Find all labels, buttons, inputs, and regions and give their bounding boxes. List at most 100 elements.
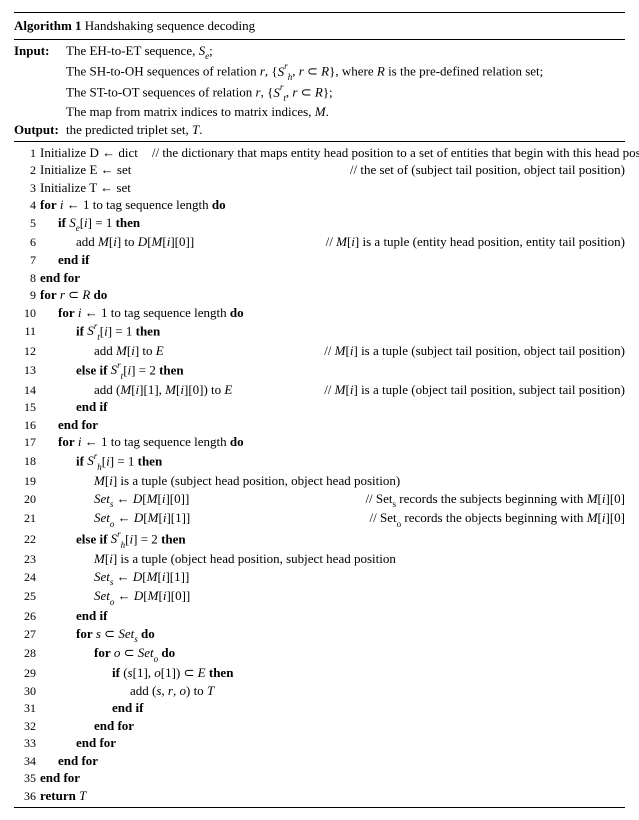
line-number: 7: [14, 252, 40, 268]
code-text: if Srh[i] = 1 then: [40, 451, 162, 472]
code-comment: // Seto records the objects beginning wi…: [362, 509, 625, 529]
line-number: 29: [14, 665, 40, 681]
code-line: 23M[i] is a tuple (object head position,…: [14, 550, 625, 568]
line-number: 21: [14, 510, 40, 526]
code-line: 26end if: [14, 607, 625, 625]
code-text: Sets ← D[M[i][1]]: [40, 568, 189, 588]
code-comment: // M[i] is a tuple (entity head position…: [318, 233, 625, 251]
line-number: 2: [14, 162, 40, 178]
line-number: 32: [14, 718, 40, 734]
code-comment: // the dictionary that maps entity head …: [138, 145, 639, 160]
code-line: 17for i ← 1 to tag sequence length do: [14, 433, 625, 451]
output-label: Output:: [14, 121, 66, 139]
code-text: for i ← 1 to tag sequence length do: [40, 433, 244, 451]
code-text: else if Srt[i] = 2 then: [40, 360, 184, 381]
code-line: 25Seto ← D[M[i][0]]: [14, 587, 625, 607]
code-line: 2Initialize E ← set// the set of (subjec…: [14, 161, 625, 179]
code-text: end for: [40, 734, 116, 752]
input-block: Input: The EH-to-ET sequence, Se; The SH…: [14, 42, 625, 121]
code-text: end for: [40, 717, 134, 735]
code-text: for i ← 1 to tag sequence length do: [40, 196, 226, 214]
code-line: 14add (M[i][1], M[i][0]) to E // M[i] is …: [14, 381, 625, 399]
input-line-4: The map from matrix indices to matrix in…: [66, 103, 625, 121]
line-number: 12: [14, 343, 40, 359]
code-line: 22else if Srh[i] = 2 then: [14, 529, 625, 550]
code-line: 29if (s[1], o[1]) ⊂ E then: [14, 664, 625, 682]
algorithm-number: Algorithm 1: [14, 18, 82, 33]
line-number: 24: [14, 569, 40, 585]
line-number: 16: [14, 417, 40, 433]
code-line: 5if Se[i] = 1 then: [14, 214, 625, 234]
code-text: Sets ← D[M[i][0]]: [40, 490, 189, 510]
code-line: 35end for: [14, 769, 625, 787]
line-number: 27: [14, 626, 40, 642]
code-line: 31end if: [14, 699, 625, 717]
input-label: Input:: [14, 42, 66, 62]
code-comment: // M[i] is a tuple (object tail position…: [316, 381, 625, 399]
input-line-3: The ST-to-OT sequences of relation r, {S…: [66, 82, 625, 103]
code-line: 4for i ← 1 to tag sequence length do: [14, 196, 625, 214]
algorithm-name: Handshaking sequence decoding: [85, 18, 255, 33]
line-number: 23: [14, 551, 40, 567]
code-body: 1Initialize D ← dict// the dictionary th…: [14, 144, 625, 805]
line-number: 1: [14, 145, 40, 161]
code-text: Initialize T ← set: [40, 179, 131, 197]
code-text: end for: [40, 752, 98, 770]
code-text: for s ⊂ Sets do: [40, 625, 155, 645]
code-text: end for: [40, 769, 80, 787]
code-text: for r ⊂ R do: [40, 286, 107, 304]
code-line: 28for o ⊂ Seto do: [14, 644, 625, 664]
code-text: end if: [40, 251, 89, 269]
line-number: 25: [14, 588, 40, 604]
line-number: 31: [14, 700, 40, 716]
code-line: 34end for: [14, 752, 625, 770]
line-number: 33: [14, 735, 40, 751]
code-line: 36return T: [14, 787, 625, 805]
code-text: return T: [40, 787, 86, 805]
code-line: 12add M[i] to E// M[i] is a tuple (subje…: [14, 342, 625, 360]
line-number: 22: [14, 531, 40, 547]
line-number: 6: [14, 234, 40, 250]
output-block: Output: the predicted triplet set, T.: [14, 121, 625, 139]
line-number: 14: [14, 382, 40, 398]
code-text: for i ← 1 to tag sequence length do: [40, 304, 244, 322]
line-number: 9: [14, 287, 40, 303]
code-line: 6add M[i] to D[M[i][0]] // M[i] is a tupl…: [14, 233, 625, 251]
code-text: add M[i] to D[M[i][0]]: [40, 233, 194, 251]
line-number: 18: [14, 453, 40, 469]
code-text: end if: [40, 607, 107, 625]
code-comment: // M[i] is a tuple (subject tail positio…: [316, 342, 625, 360]
code-line: 30add (s, r, o) to T: [14, 682, 625, 700]
line-number: 20: [14, 491, 40, 507]
code-text: add (M[i][1], M[i][0]) to E: [40, 381, 232, 399]
code-text: for o ⊂ Seto do: [40, 644, 175, 664]
code-text: end if: [40, 398, 107, 416]
code-line: 8end for: [14, 269, 625, 287]
line-number: 35: [14, 770, 40, 786]
code-line: 1Initialize D ← dict// the dictionary th…: [14, 144, 625, 162]
code-line: 13else if Srt[i] = 2 then: [14, 360, 625, 381]
bottom-rule: [14, 807, 625, 808]
line-number: 34: [14, 753, 40, 769]
code-line: 7end if: [14, 251, 625, 269]
code-text: M[i] is a tuple (subject head position, …: [40, 472, 400, 490]
code-line: 20Sets ← D[M[i][0]]// Sets records the s…: [14, 490, 625, 510]
line-number: 13: [14, 362, 40, 378]
input-line-1: The EH-to-ET sequence, Se;: [66, 42, 625, 62]
top-rule: [14, 12, 625, 13]
code-line: 24Sets ← D[M[i][1]]: [14, 568, 625, 588]
code-text: M[i] is a tuple (object head position, s…: [40, 550, 396, 568]
code-line: 9for r ⊂ R do: [14, 286, 625, 304]
line-number: 8: [14, 270, 40, 286]
code-comment: // the set of (subject tail position, ob…: [342, 161, 625, 179]
line-number: 26: [14, 608, 40, 624]
code-line: 32end for: [14, 717, 625, 735]
output-line: the predicted triplet set, T.: [66, 121, 625, 139]
line-number: 36: [14, 788, 40, 804]
code-text: Initialize D ← dict// the dictionary tha…: [40, 144, 639, 162]
code-text: if Se[i] = 1 then: [40, 214, 140, 234]
code-text: end if: [40, 699, 143, 717]
code-line: 11if Srt[i] = 1 then: [14, 321, 625, 342]
code-text: else if Srh[i] = 2 then: [40, 529, 186, 550]
code-line: 16end for: [14, 416, 625, 434]
